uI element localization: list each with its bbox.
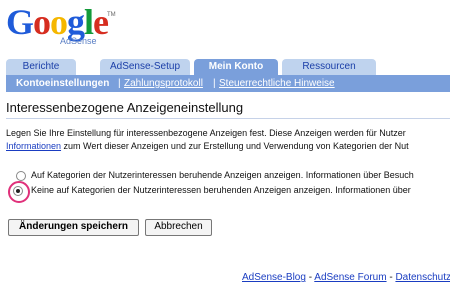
adsense-subtitle: AdSense <box>60 36 97 46</box>
logo-letter-o1: o <box>33 2 51 42</box>
footer-link-datenschutz[interactable]: Datenschutz <box>395 272 450 283</box>
logo-letter-g: G <box>6 2 34 42</box>
footer-link-adsense-forum[interactable]: AdSense Forum <box>314 272 386 283</box>
description-line-2: Informationen zum Wert dieser Anzeigen u… <box>6 141 409 151</box>
footer-link-adsense-blog[interactable]: AdSense-Blog <box>242 272 306 283</box>
tab-berichte[interactable]: Berichte <box>6 59 76 75</box>
informationen-link[interactable]: Informationen <box>6 141 61 151</box>
trademark-mark: TM <box>107 12 116 18</box>
tab-ressourcen[interactable]: Ressourcen <box>282 59 376 75</box>
title-divider <box>6 118 450 119</box>
cancel-button[interactable]: Abbrechen <box>145 219 212 236</box>
option-no-ads-label: Keine auf Kategorien der Nutzerinteresse… <box>31 185 411 195</box>
description-line-2-text: zum Wert dieser Anzeigen und zur Erstell… <box>61 141 409 151</box>
option-show-ads-radio[interactable] <box>16 171 26 181</box>
subnav-zahlungsprotokoll[interactable]: Zahlungsprotokoll <box>124 75 203 92</box>
footer-links: AdSense-Blog - AdSense Forum - Datenschu… <box>242 272 450 283</box>
subnav-steuerrechtliche-hinweise[interactable]: Steuerrechtliche Hinweise <box>219 75 335 92</box>
page-title: Interessenbezogene Anzeigeneinstellung <box>6 100 244 115</box>
subnav-separator: | <box>213 78 216 89</box>
save-changes-button[interactable]: Änderungen speichern <box>8 219 139 236</box>
tab-adsense-setup[interactable]: AdSense-Setup <box>100 59 190 75</box>
subnav-separator: | <box>118 78 121 89</box>
option-show-ads-label: Auf Kategorien der Nutzerinteressen beru… <box>31 170 414 180</box>
google-adsense-logo: Google TM AdSense <box>6 2 116 50</box>
tab-mein-konto[interactable]: Mein Konto <box>194 59 278 75</box>
option-no-ads-radio[interactable] <box>13 186 23 196</box>
subnav-kontoeinstellungen[interactable]: Kontoeinstellungen <box>16 75 109 92</box>
description-line-1: Legen Sie Ihre Einstellung für interesse… <box>6 128 406 138</box>
account-subnav: Kontoeinstellungen | Zahlungsprotokoll |… <box>6 75 450 92</box>
